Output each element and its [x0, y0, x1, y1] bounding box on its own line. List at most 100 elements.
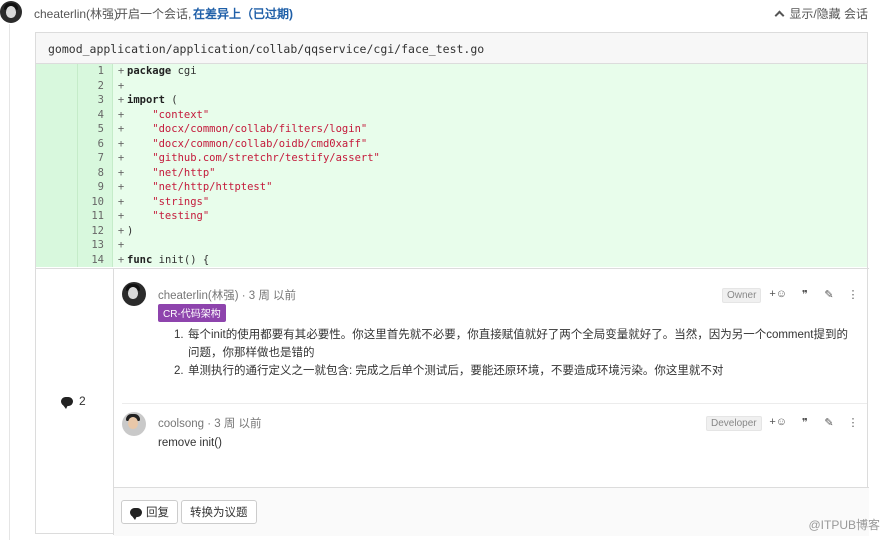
code-line[interactable]: 14 + func init() {	[36, 252, 867, 267]
code-text: "docx/common/collab/filters/login"	[127, 123, 368, 135]
edit-button[interactable]: ✎	[823, 288, 835, 301]
new-line-number[interactable]: 6	[78, 136, 113, 151]
added-marker: +	[117, 166, 125, 179]
note-time: · 3 周 以前	[241, 290, 297, 302]
note-author[interactable]: coolsong	[158, 418, 204, 430]
comment-count[interactable]: 2	[61, 394, 86, 409]
list-number: 1.	[174, 329, 184, 341]
header-author[interactable]: cheaterlin(林强)	[34, 5, 118, 22]
watermark: @ITPUB博客	[808, 518, 880, 532]
added-marker: +	[117, 195, 125, 208]
timeline-line	[9, 24, 10, 540]
old-line-number[interactable]	[36, 151, 78, 166]
code-line[interactable]: 11 + "testing"	[36, 209, 867, 224]
note-author[interactable]: cheaterlin(林强)	[158, 290, 239, 302]
code-text: package cgi	[127, 65, 197, 77]
diff-link[interactable]: 在差异上（已过期)	[193, 5, 293, 22]
code-line[interactable]: 9 + "net/http/httptest"	[36, 180, 867, 195]
new-line-number[interactable]: 2	[78, 78, 113, 93]
added-marker: +	[117, 79, 125, 92]
discussion-gutter: 2	[36, 269, 113, 535]
reply-bar: 回复 转换为议题	[114, 487, 869, 536]
reply-label: 回复	[146, 507, 169, 519]
old-line-number[interactable]	[36, 78, 78, 93]
comment-bubble-icon	[61, 396, 73, 409]
diff-file: gomod_application/application/collab/qqs…	[35, 32, 869, 536]
label-badge[interactable]: CR-代码架构	[158, 304, 226, 322]
new-line-number[interactable]: 14	[78, 252, 113, 267]
code-line[interactable]: 6 + "docx/common/collab/oidb/cmd0xaff"	[36, 136, 867, 151]
note: coolsong · 3 周 以前 Developer +☺ ❞ ✎ ⋮ rem…	[122, 403, 867, 459]
code-line[interactable]: 13 +	[36, 238, 867, 253]
new-line-number[interactable]: 1	[78, 64, 113, 79]
convert-to-issue-button[interactable]: 转换为议题	[181, 500, 257, 524]
code-line[interactable]: 1 + package cgi	[36, 64, 867, 79]
note-actions: +☺ ❞ ✎ ⋮	[769, 288, 859, 301]
avatar-face	[6, 6, 16, 18]
add-reaction-button[interactable]: +☺	[769, 288, 787, 300]
code-line[interactable]: 12 +)	[36, 223, 867, 238]
new-line-number[interactable]: 4	[78, 107, 113, 122]
more-actions-button[interactable]: ⋮	[847, 288, 859, 301]
new-line-number[interactable]: 11	[78, 209, 113, 224]
new-line-number[interactable]: 10	[78, 194, 113, 209]
code-text: )	[127, 224, 134, 237]
header-action-text: 开启一个会话,	[116, 7, 192, 21]
added-marker: +	[117, 239, 125, 251]
list-item: 1. 每个init的使用都要有其必要性。你这里首先就不必要，你直接赋值就好了两个…	[174, 326, 854, 362]
old-line-number[interactable]	[36, 107, 78, 122]
new-line-number[interactable]: 12	[78, 223, 113, 238]
add-reaction-button[interactable]: +☺	[769, 416, 787, 428]
role-badge: Developer	[706, 416, 762, 431]
code-text: "github.com/stretchr/testify/assert"	[127, 152, 380, 164]
code-line[interactable]: 3 + import (	[36, 93, 867, 108]
avatar-face	[128, 287, 138, 299]
code-line[interactable]: 8 + "net/http"	[36, 165, 867, 180]
reply-button[interactable]: 回复	[121, 500, 178, 524]
old-line-number[interactable]	[36, 165, 78, 180]
new-line-number[interactable]: 7	[78, 151, 113, 166]
toggle-label: 显示/隐藏 会话	[789, 7, 868, 21]
avatar-face	[128, 417, 138, 429]
old-line-number[interactable]	[36, 252, 78, 267]
new-line-number[interactable]: 3	[78, 93, 113, 108]
discussion-notes: cheaterlin(林强) · 3 周 以前 Owner +☺ ❞ ✎ ⋮ C…	[113, 269, 869, 536]
avatar[interactable]	[0, 1, 22, 23]
quote-button[interactable]: ❞	[799, 416, 811, 429]
edit-button[interactable]: ✎	[823, 416, 835, 429]
chevron-up-icon	[774, 10, 785, 20]
note-body: remove init()	[158, 437, 222, 449]
avatar[interactable]	[122, 282, 146, 306]
list-number: 2.	[174, 365, 184, 377]
file-path[interactable]: gomod_application/application/collab/qqs…	[36, 33, 867, 64]
quote-button[interactable]: ❞	[799, 288, 811, 301]
comment-count-value: 2	[79, 394, 86, 408]
avatar[interactable]	[122, 412, 146, 436]
new-line-number[interactable]: 9	[78, 180, 113, 195]
old-line-number[interactable]	[36, 194, 78, 209]
new-line-number[interactable]: 8	[78, 165, 113, 180]
old-line-number[interactable]	[36, 238, 78, 253]
code-text: import (	[127, 94, 178, 106]
toggle-discussion-button[interactable]: 显示/隐藏 会话	[774, 5, 868, 22]
added-marker: +	[117, 94, 125, 106]
code-line[interactable]: 7 + "github.com/stretchr/testify/assert"	[36, 151, 867, 166]
old-line-number[interactable]	[36, 180, 78, 195]
code-line[interactable]: 5 + "docx/common/collab/filters/login"	[36, 122, 867, 137]
old-line-number[interactable]	[36, 64, 78, 79]
new-line-number[interactable]: 13	[78, 238, 113, 253]
old-line-number[interactable]	[36, 209, 78, 224]
code-line[interactable]: 2 +	[36, 78, 867, 93]
added-marker: +	[117, 224, 125, 237]
code-line[interactable]: 4 + "context"	[36, 107, 867, 122]
new-line-number[interactable]: 5	[78, 122, 113, 137]
added-marker: +	[117, 123, 125, 135]
note-time: · 3 周 以前	[207, 418, 262, 430]
old-line-number[interactable]	[36, 136, 78, 151]
old-line-number[interactable]	[36, 93, 78, 108]
code-line[interactable]: 10 + "strings"	[36, 194, 867, 209]
old-line-number[interactable]	[36, 122, 78, 137]
added-marker: +	[117, 253, 125, 266]
old-line-number[interactable]	[36, 223, 78, 238]
more-actions-button[interactable]: ⋮	[847, 416, 859, 429]
